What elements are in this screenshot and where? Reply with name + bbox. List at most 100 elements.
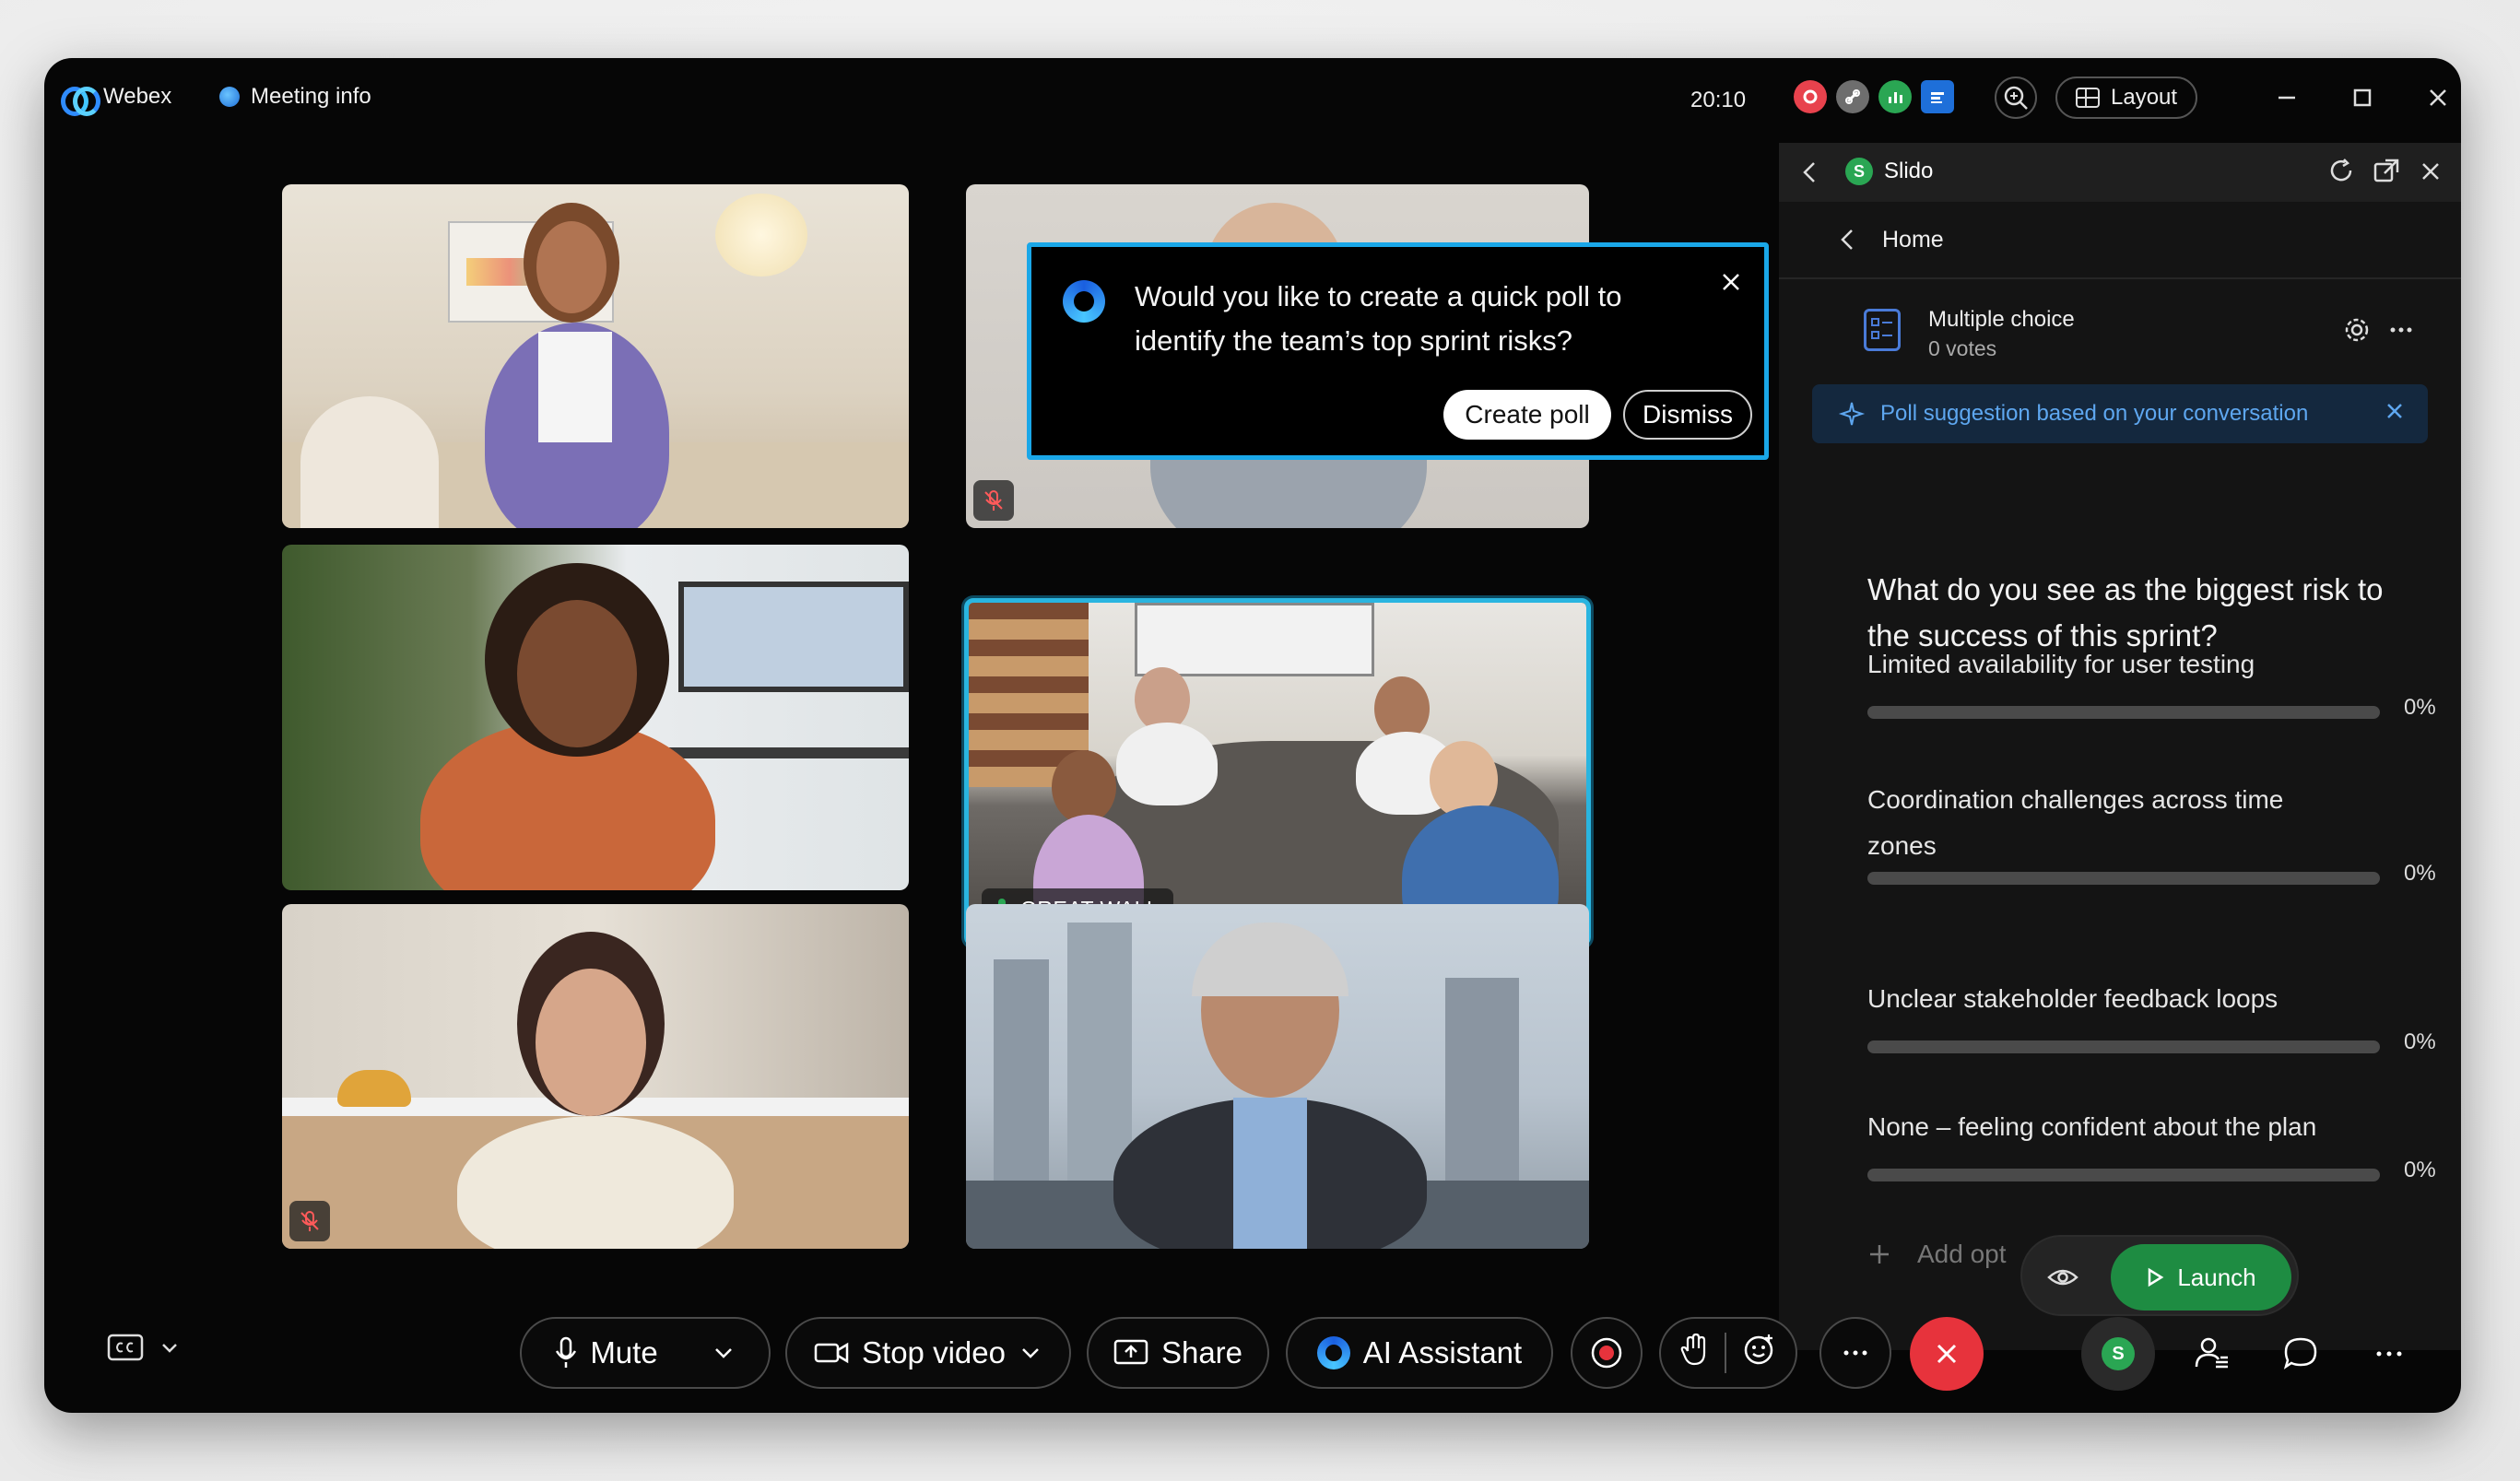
maximize-button[interactable] [2341, 76, 2384, 119]
record-button[interactable] [1571, 1317, 1643, 1389]
popup-close-button[interactable] [1713, 264, 1749, 300]
chat-button[interactable] [2267, 1321, 2334, 1387]
plus-icon [1870, 1245, 1889, 1264]
poll-settings-button[interactable] [2343, 316, 2371, 348]
play-icon [2149, 1267, 2164, 1287]
meeting-info-icon [219, 87, 240, 107]
captions-button[interactable] [107, 1334, 181, 1363]
record-icon [1591, 1337, 1622, 1369]
meeting-info-button[interactable]: Meeting info [219, 84, 371, 110]
slido-logo: S [1845, 158, 1873, 185]
more-icon [2390, 327, 2412, 333]
vote-count: 0 votes [1928, 336, 1997, 360]
reactions-group [1659, 1317, 1797, 1389]
home-label: Home [1882, 226, 1944, 253]
layout-grid-icon [2076, 88, 2100, 108]
poll-option: Limited availability for user testing 0% [1867, 641, 2436, 720]
create-poll-button[interactable]: Create poll [1443, 390, 1611, 440]
raise-hand-button[interactable] [1680, 1333, 1708, 1373]
preview-button[interactable] [2035, 1250, 2090, 1305]
polling-app-icon[interactable] [1878, 80, 1912, 113]
ai-assistant-icon [1063, 280, 1105, 323]
pop-out-button[interactable] [2373, 158, 2400, 190]
layout-button[interactable]: Layout [2055, 76, 2198, 119]
suggestion-close-button[interactable] [2384, 400, 2406, 429]
slido-logo: S [2102, 1337, 2135, 1370]
panel-header: S Slido [1779, 143, 2461, 202]
pop-out-icon [2373, 159, 2399, 182]
title-bar: Webex Meeting info 20:10 Layout [44, 58, 2461, 143]
ai-assistant-icon [1316, 1336, 1350, 1369]
raise-hand-icon [1680, 1333, 1706, 1366]
muted-indicator [289, 1201, 330, 1241]
layout-label: Layout [2111, 85, 2178, 110]
home-nav[interactable]: Home [1779, 202, 2461, 279]
webex-app-menu[interactable]: Webex [61, 84, 171, 116]
option-label: Limited availability for user testing [1867, 650, 2255, 678]
video-tile-5[interactable] [282, 904, 909, 1249]
multiple-choice-icon [1864, 309, 1901, 351]
zoom-button[interactable] [1995, 76, 2037, 119]
reactions-button[interactable] [1743, 1333, 1776, 1373]
share-screen-icon [1113, 1339, 1148, 1365]
poll-more-button[interactable] [2387, 316, 2415, 348]
sparkle-icon [1838, 402, 1866, 426]
mic-off-icon [300, 1211, 319, 1231]
option-bar [1867, 872, 2380, 885]
mute-button[interactable]: Mute [520, 1317, 771, 1389]
ai-assistant-label: AI Assistant [1362, 1335, 1523, 1369]
mic-off-icon [984, 490, 1003, 511]
poll-type: Multiple choice [1928, 307, 2075, 332]
chevron-down-icon [714, 1348, 732, 1358]
participants-button[interactable] [2179, 1321, 2245, 1387]
close-icon [1937, 1344, 1957, 1364]
option-bar [1867, 1169, 2380, 1181]
launch-button[interactable]: Launch [2111, 1244, 2291, 1311]
launch-label: Launch [2177, 1263, 2256, 1291]
zoom-in-icon [2004, 86, 2028, 110]
add-option-button[interactable]: Add opt [1867, 1240, 2007, 1269]
meeting-info-label: Meeting info [251, 84, 371, 109]
meeting-window: Webex Meeting info 20:10 Layout Would yo… [44, 58, 2461, 1413]
stop-video-button[interactable]: Stop video [785, 1317, 1071, 1389]
video-tile-great-wall[interactable]: GREAT WALL [964, 598, 1591, 946]
option-label: Coordination challenges across time zone… [1867, 785, 2284, 860]
minimize-button[interactable] [2266, 76, 2308, 119]
muted-indicator [973, 480, 1014, 521]
poll-option: Coordination challenges across time zone… [1867, 777, 2436, 886]
close-icon [1723, 274, 1739, 290]
divider [1725, 1333, 1726, 1373]
close-icon [2387, 403, 2402, 418]
slido-app-button[interactable]: S [2081, 1317, 2155, 1391]
close-window-button[interactable] [2417, 76, 2459, 119]
link-app-icon[interactable] [1836, 80, 1869, 113]
chevron-down-icon [1022, 1348, 1039, 1358]
whiteboard-app-icon[interactable] [1921, 80, 1954, 113]
option-percentage: 0% [2404, 1029, 2436, 1054]
option-percentage: 0% [2404, 1158, 2436, 1182]
chat-bubble-icon [2283, 1337, 2317, 1369]
share-button[interactable]: Share [1087, 1317, 1269, 1389]
closed-captions-icon [107, 1334, 144, 1361]
minimize-icon [2279, 96, 2295, 100]
ai-assistant-button[interactable]: AI Assistant [1286, 1317, 1553, 1389]
refresh-button[interactable] [2328, 158, 2356, 190]
leave-meeting-button[interactable] [1910, 1317, 1984, 1391]
video-tile-6[interactable] [966, 904, 1589, 1249]
video-tile-3[interactable] [282, 545, 909, 890]
recording-app-icon[interactable] [1794, 80, 1827, 113]
close-icon [2422, 163, 2439, 180]
microphone-icon [556, 1336, 577, 1368]
dismiss-button[interactable]: Dismiss [1623, 390, 1752, 440]
mute-label: Mute [590, 1335, 658, 1369]
video-camera-icon [814, 1342, 849, 1364]
video-tile-1[interactable] [282, 184, 909, 528]
participants-icon [2195, 1337, 2228, 1369]
add-option-label: Add opt [1917, 1240, 2007, 1268]
panel-back-button[interactable] [1799, 159, 1821, 190]
close-panel-button[interactable] [2417, 158, 2444, 190]
launch-controls: Launch [2020, 1235, 2299, 1316]
more-menu-button[interactable] [2356, 1321, 2422, 1387]
more-options-button[interactable] [1819, 1317, 1891, 1389]
more-icon [2376, 1351, 2402, 1357]
